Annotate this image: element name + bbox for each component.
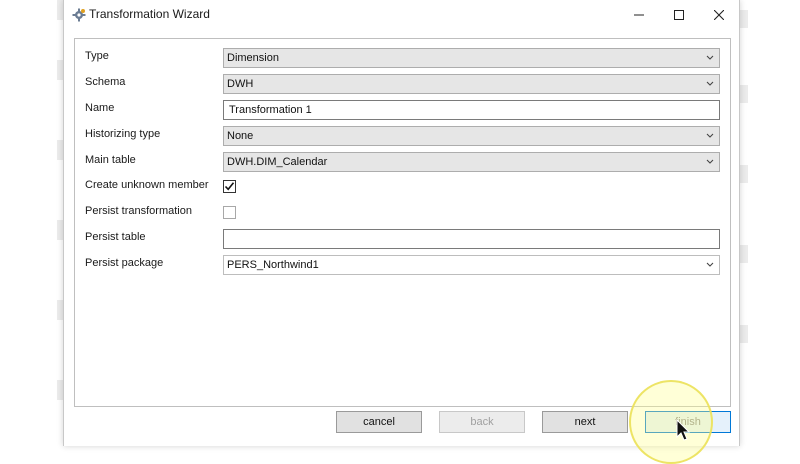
type-value: Dimension (227, 52, 279, 64)
persist-transformation-row: Persist transformation (75, 203, 730, 223)
checkmark-icon (224, 182, 235, 191)
name-label: Name (85, 102, 115, 114)
background-window-edge-right (740, 85, 748, 103)
background-window-edge-right (740, 325, 748, 343)
persist-package-label: Persist package (85, 257, 164, 269)
minimize-button[interactable] (619, 0, 659, 30)
click-highlight-circle (629, 380, 713, 464)
chevron-down-icon (706, 55, 714, 60)
chevron-down-icon (706, 159, 714, 164)
persist-table-row: Persist table (75, 229, 730, 249)
main-table-label: Main table (85, 154, 136, 166)
wizard-app-icon (72, 8, 86, 22)
chevron-down-icon (706, 81, 714, 86)
minimize-icon (634, 14, 644, 16)
persist-table-input[interactable] (223, 229, 720, 249)
mouse-pointer-icon (676, 419, 691, 441)
next-button[interactable]: next (542, 411, 628, 433)
persist-package-row: Persist package PERS_Northwind1 (75, 255, 730, 275)
maximize-icon (674, 10, 684, 20)
cancel-button[interactable]: cancel (336, 411, 422, 433)
background-window-edge-right (740, 245, 748, 263)
main-table-value: DWH.DIM_Calendar (227, 156, 328, 168)
historizing-type-row: Historizing type None (75, 126, 730, 146)
wizard-form-panel: Type Dimension Schema DWH Name Transform… (74, 38, 731, 407)
persist-transformation-checkbox[interactable] (223, 206, 236, 219)
persist-package-dropdown[interactable]: PERS_Northwind1 (223, 255, 720, 275)
title-bar[interactable]: Transformation Wizard (64, 0, 739, 30)
type-label: Type (85, 50, 109, 62)
create-unknown-member-checkbox[interactable] (223, 180, 236, 193)
transformation-wizard-dialog: Transformation Wizard Type Dimension Sch… (63, 0, 740, 446)
background-window-edge-right (740, 10, 748, 28)
historizing-type-label: Historizing type (85, 128, 161, 140)
chevron-down-icon (706, 133, 714, 138)
create-unknown-member-row: Create unknown member (75, 177, 730, 197)
schema-label: Schema (85, 76, 126, 88)
historizing-type-dropdown[interactable]: None (223, 126, 720, 146)
back-button[interactable]: back (439, 411, 525, 433)
close-icon (714, 10, 724, 20)
type-dropdown[interactable]: Dimension (223, 48, 720, 68)
persist-transformation-label: Persist transformation (85, 205, 192, 217)
schema-value: DWH (227, 78, 254, 90)
main-table-dropdown[interactable]: DWH.DIM_Calendar (223, 152, 720, 172)
schema-row: Schema DWH (75, 74, 730, 94)
name-value: Transformation 1 (229, 104, 312, 116)
persist-table-label: Persist table (85, 231, 146, 243)
main-table-row: Main table DWH.DIM_Calendar (75, 152, 730, 172)
schema-dropdown[interactable]: DWH (223, 74, 720, 94)
historizing-type-value: None (227, 130, 254, 142)
type-row: Type Dimension (75, 48, 730, 68)
background-window-edge-right (740, 165, 748, 183)
name-row: Name Transformation 1 (75, 100, 730, 120)
chevron-down-icon (706, 262, 714, 267)
maximize-button[interactable] (659, 0, 699, 30)
create-unknown-member-label: Create unknown member (85, 179, 209, 191)
persist-package-value: PERS_Northwind1 (227, 259, 319, 271)
window-title: Transformation Wizard (89, 7, 210, 21)
close-button[interactable] (699, 0, 739, 30)
name-input[interactable]: Transformation 1 (223, 100, 720, 120)
